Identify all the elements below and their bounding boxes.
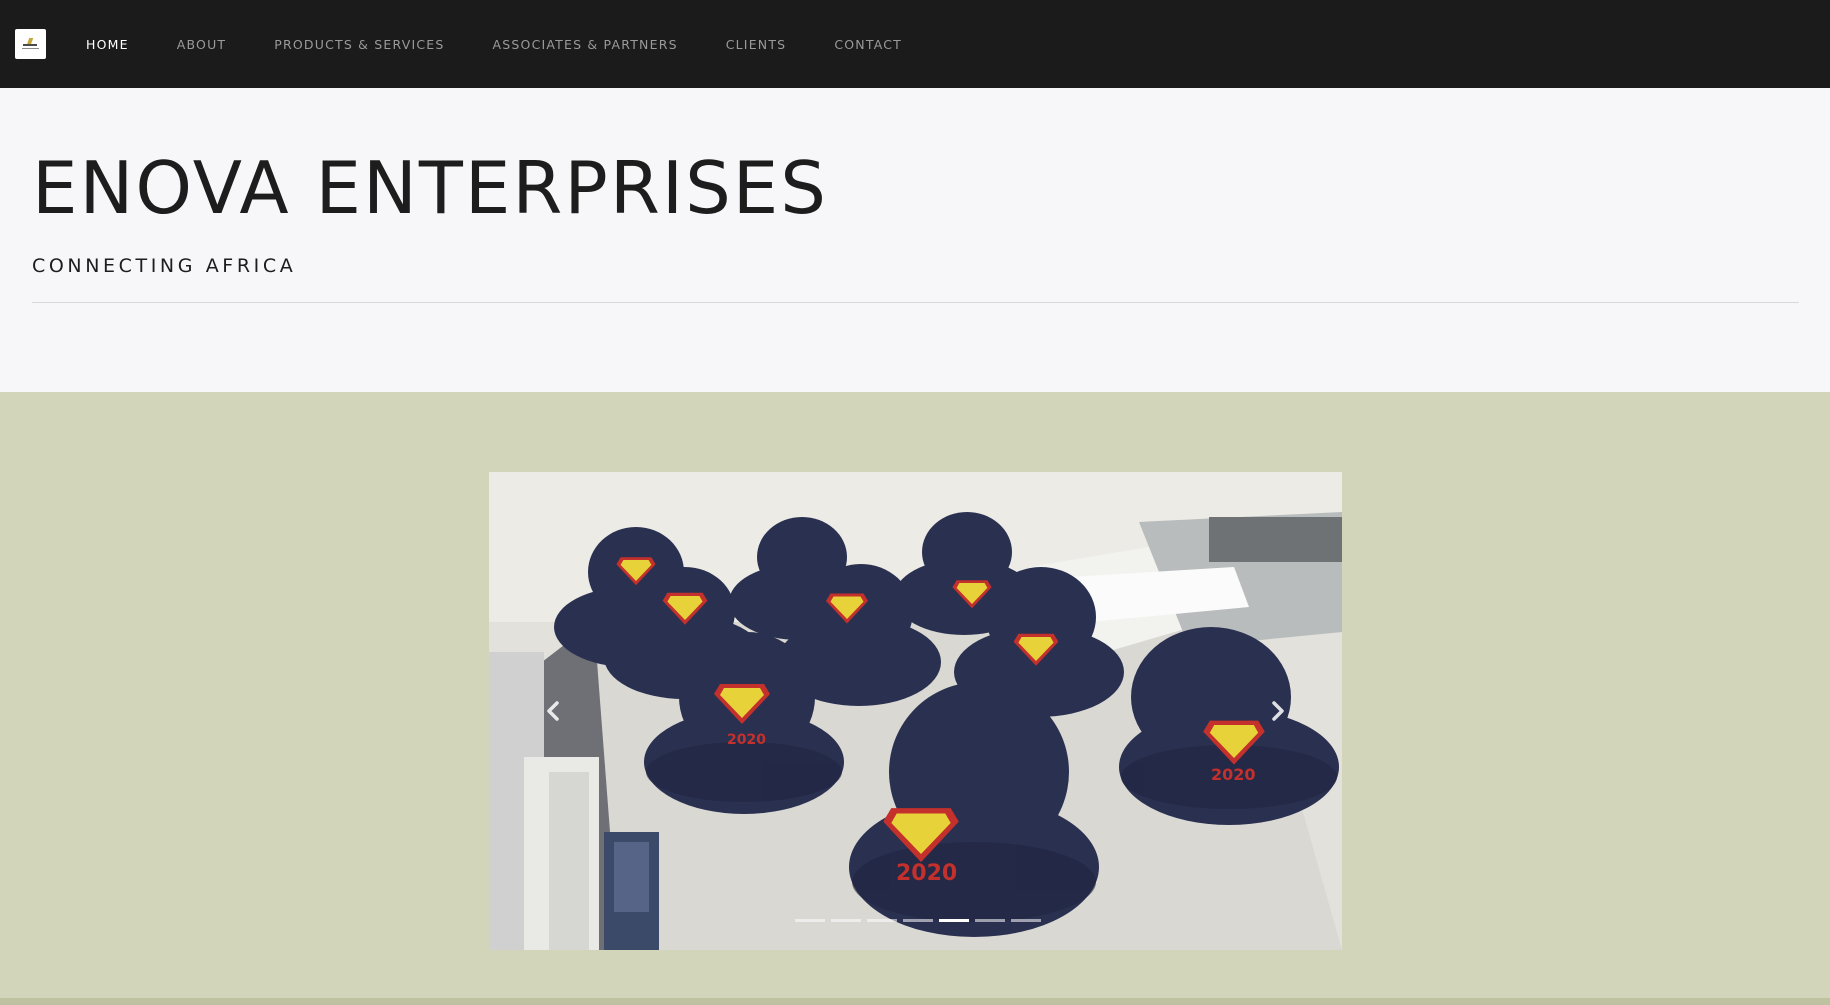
- carousel-indicator-6[interactable]: [975, 919, 1005, 922]
- chevron-left-icon: [547, 701, 559, 721]
- site-title: ENOVA ENTERPRISES: [32, 146, 828, 230]
- carousel-indicator-3[interactable]: [867, 919, 897, 922]
- carousel-prev-button[interactable]: [539, 696, 569, 726]
- hero-section: ENOVA ENTERPRISES CONNECTING AFRICA: [0, 88, 1830, 392]
- band-bottom-edge: [0, 998, 1830, 1005]
- carousel-next-button[interactable]: [1262, 696, 1292, 726]
- main-nav: HOME ABOUT PRODUCTS & SERVICES ASSOCIATE…: [86, 0, 950, 88]
- hat-year-text: 2020: [1211, 765, 1256, 784]
- nav-link-clients[interactable]: CLIENTS: [726, 37, 787, 52]
- carousel-indicator-5[interactable]: [939, 919, 969, 922]
- enova-logo-icon[interactable]: [15, 29, 46, 59]
- nav-link-contact[interactable]: CONTACT: [834, 37, 902, 52]
- nav-link-home[interactable]: HOME: [86, 37, 129, 52]
- nav-link-associates-partners[interactable]: ASSOCIATES & PARTNERS: [493, 37, 678, 52]
- carousel-indicator-1[interactable]: [795, 919, 825, 922]
- carousel-slide-image: 2020 2020 2020: [489, 472, 1342, 950]
- carousel-indicator-4[interactable]: [903, 919, 933, 922]
- carousel-section: 2020 2020 2020: [0, 392, 1830, 1005]
- hat-year-text: 2020: [896, 861, 957, 886]
- hero-divider: [32, 302, 1799, 303]
- site-tagline: CONNECTING AFRICA: [32, 255, 297, 277]
- nav-link-about[interactable]: ABOUT: [177, 37, 227, 52]
- nav-link-products-services[interactable]: PRODUCTS & SERVICES: [274, 37, 444, 52]
- chevron-right-icon: [1272, 701, 1284, 721]
- image-carousel[interactable]: 2020 2020 2020: [489, 472, 1342, 950]
- carousel-indicator-7[interactable]: [1011, 919, 1041, 922]
- carousel-indicators: [792, 919, 1044, 922]
- top-navbar: HOME ABOUT PRODUCTS & SERVICES ASSOCIATE…: [0, 0, 1830, 88]
- carousel-indicator-2[interactable]: [831, 919, 861, 922]
- hat-year-text: 2020: [727, 732, 766, 748]
